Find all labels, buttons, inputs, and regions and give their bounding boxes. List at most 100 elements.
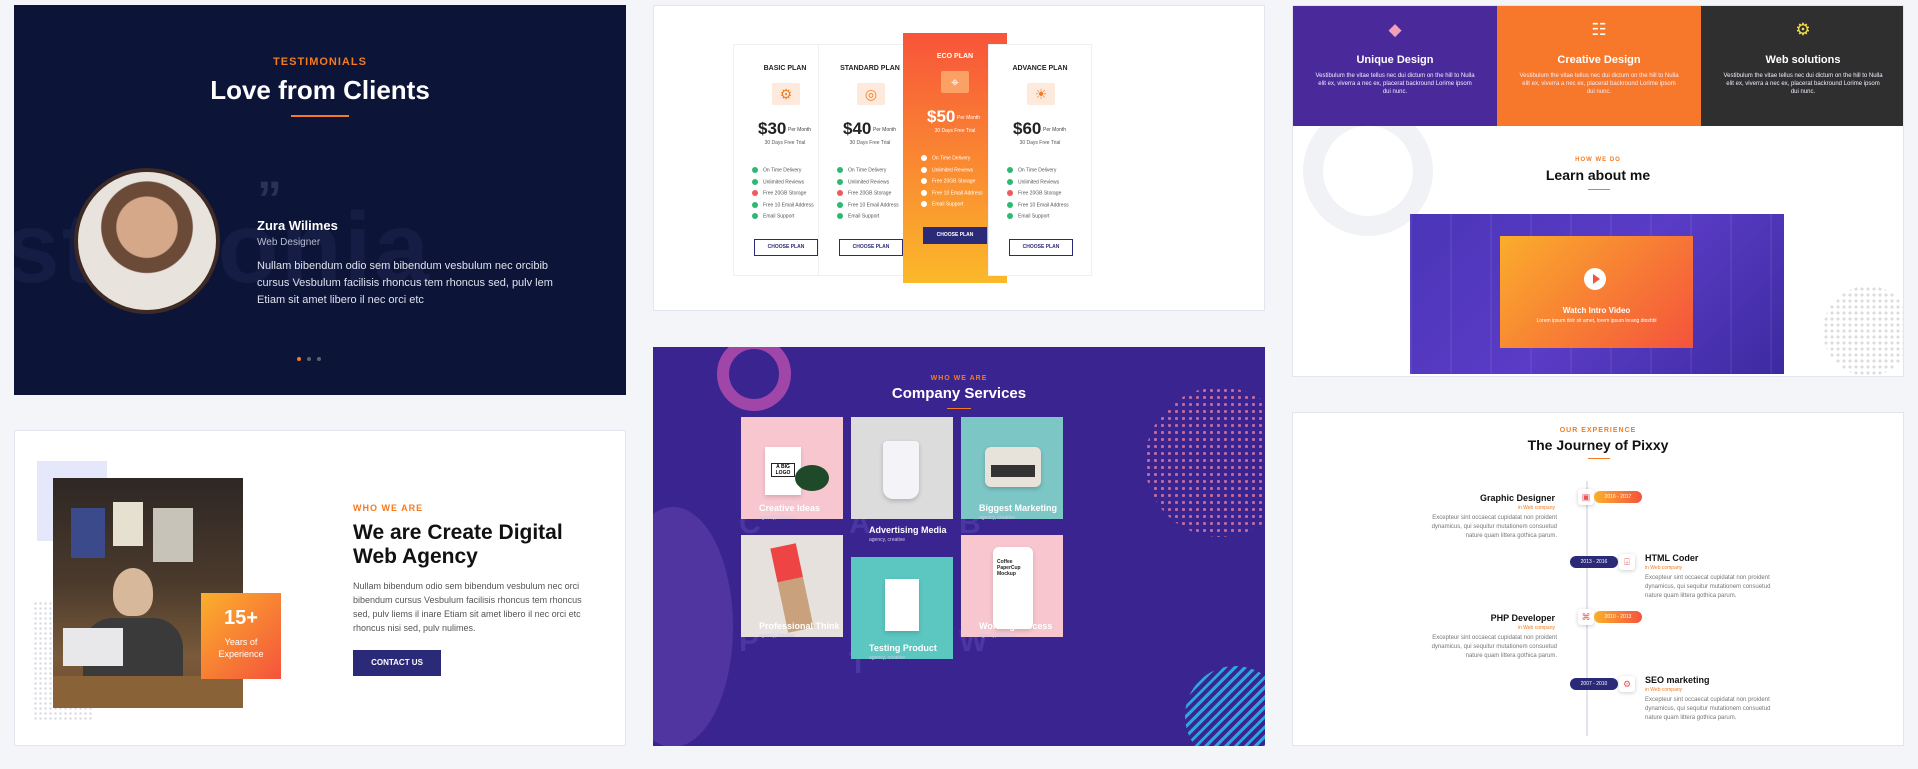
mockup-label: Coffee PaperCup Mockup (997, 559, 1021, 577)
plan-feature: Free 10 Email Address (837, 201, 899, 208)
photo-laptop (63, 628, 123, 666)
cup-pouch-mockup: Coffee PaperCup Mockup (993, 547, 1033, 629)
section-title: Company Services (891, 385, 1027, 402)
check-icon (921, 155, 927, 161)
title-underline (1588, 458, 1610, 459)
plan-price: $40 (843, 119, 872, 138)
feature-label: Email Support (1018, 213, 1050, 220)
badge-label: Years of Experience (218, 637, 264, 659)
service-title[interactable]: Professional Think (759, 621, 840, 631)
intro-video[interactable]: Watch Intro Video Lorem ipsum dolr sit a… (1410, 214, 1784, 374)
choose-plan-button[interactable]: CHOOSE PLAN (839, 239, 903, 256)
section-subtitle: HOW WE DO (1575, 157, 1621, 163)
cross-icon (752, 190, 758, 196)
timeline-company: in Web company (1645, 687, 1683, 693)
section-title: We are Create Digital Web Agency (353, 521, 563, 568)
check-icon (752, 213, 758, 219)
plan-feature: On Time Delivery (1007, 167, 1056, 173)
logo-text: A BIG LOGO (771, 463, 795, 477)
cog-icon: ⚙ (1795, 20, 1811, 39)
timeline-title: Graphic Designer (1479, 493, 1555, 503)
service-tags: agency, creative (759, 515, 796, 521)
plan-feature: Free 10 Email Address (752, 201, 814, 208)
section-subtitle: TESTIMONIALS (273, 56, 367, 68)
section-subtitle: WHO WE ARE (353, 503, 424, 513)
feature-label: Unlimited Reviews (1018, 178, 1060, 185)
pricing-card: ADVANCE PLAN ☀ $60 Per Month 30 Days Free Tr… (988, 44, 1092, 276)
timeline-years: 2007 - 2010 (1570, 678, 1618, 690)
timeline-company: in Web company (1517, 505, 1555, 511)
price-period: Per Month (957, 115, 981, 121)
feature-label: Free 20GB Storage (848, 190, 892, 197)
feature-label: Unlimited Reviews (763, 178, 805, 185)
badge-number: 15+ (224, 607, 258, 629)
check-icon (921, 189, 927, 196)
video-title: Watch Intro Video (1562, 306, 1631, 315)
feature-label: Free 10 Email Address (763, 201, 814, 208)
service-title[interactable]: Working Process (979, 621, 1052, 631)
service-tags: agency, creative (869, 655, 906, 661)
plan-feature: Free 20GB Storage (921, 178, 975, 184)
contact-us-button[interactable]: CONTACT US (353, 650, 441, 676)
feature-label: On Time Delivery (932, 155, 971, 162)
choose-plan-button[interactable]: CHOOSE PLAN (1009, 239, 1073, 256)
timeline-years: 2013 - 2016 (1570, 556, 1618, 568)
radio-mockup (985, 447, 1041, 487)
php-icon: ⌘ (1578, 609, 1594, 625)
plan-name: ADVANCE PLAN (1012, 65, 1068, 72)
client-avatar (74, 168, 220, 314)
photo-poster (153, 508, 193, 562)
sun-icon: ☀ (1027, 83, 1055, 105)
service-title[interactable]: Creative Ideas (759, 503, 820, 513)
pricing-section: BASIC PLAN ⚙ $30 Per Month 30 Days Free Tria… (653, 5, 1265, 311)
agency-section: 15+ Years of Experience WHO WE ARE We ar… (14, 430, 626, 746)
decor-dots (1823, 286, 1903, 376)
timeline-description: Excepteur sint occaecat cupidatat non pr… (1431, 635, 1557, 659)
feature-column: ☷ Creative Design Vestibulum the vitae tel… (1497, 6, 1701, 126)
plan-feature: Free 20GB Storage (1007, 190, 1061, 196)
feature-label: Free 10 Email Address (932, 189, 983, 196)
check-icon (752, 201, 758, 208)
plan-feature: Email Support (752, 213, 794, 219)
choose-plan-button[interactable]: CHOOSE PLAN (923, 227, 987, 244)
service-tags: agency, creative (759, 633, 796, 639)
plan-feature: On Time Delivery (752, 167, 801, 173)
shopping-bag-mockup: A BIG LOGO (765, 447, 801, 495)
about-section: HOW WE DO Learn about me Watch Intro Vid… (1292, 5, 1904, 377)
feature-label: Unlimited Reviews (848, 178, 890, 185)
service-title[interactable]: Testing Product (869, 643, 937, 653)
diamond-icon: ◆ (1388, 20, 1402, 39)
lifebuoy-icon: ◎ (857, 83, 885, 105)
decor-stripes (1185, 666, 1265, 746)
price-period: Per Month (1043, 127, 1067, 133)
slider-dot[interactable] (317, 357, 321, 361)
service-tags: agency, creative (979, 633, 1016, 639)
feature-label: Free 20GB Storage (763, 190, 807, 197)
photo-poster (113, 502, 143, 546)
client-name: Zura Wilimes (257, 218, 338, 233)
check-icon (921, 166, 927, 173)
title-underline (947, 408, 971, 409)
seo-icon: ⚙ (1619, 676, 1635, 692)
slider-dot-active[interactable] (297, 357, 301, 361)
bottle-mockup (770, 543, 814, 633)
feature-title: Creative Design (1557, 54, 1641, 66)
cup-mockup (883, 441, 919, 499)
feature-column: ◆ Unique Design Vestibulum the vitae tellu… (1293, 6, 1497, 126)
slider-dot[interactable] (307, 357, 311, 361)
feature-label: On Time Delivery (848, 167, 887, 174)
service-title[interactable]: Biggest Marketing (979, 503, 1057, 513)
photo-poster (71, 508, 105, 558)
timeline-title: PHP Developer (1490, 613, 1555, 623)
feature-description: Vestibulum the vitae tellus nec dui dict… (1723, 73, 1883, 95)
plan-feature: Unlimited Reviews (921, 166, 973, 173)
title-underline (291, 115, 349, 117)
feature-description: Vestibulum the vitae tellus nec dui dict… (1519, 73, 1679, 95)
play-icon[interactable] (1584, 268, 1606, 290)
check-icon (1007, 201, 1013, 208)
choose-plan-button[interactable]: CHOOSE PLAN (754, 239, 818, 256)
plan-feature: Unlimited Reviews (1007, 178, 1060, 185)
service-title[interactable]: Advertising Media (869, 525, 947, 535)
plan-feature: On Time Delivery (837, 167, 886, 173)
service-image[interactable] (851, 417, 953, 519)
